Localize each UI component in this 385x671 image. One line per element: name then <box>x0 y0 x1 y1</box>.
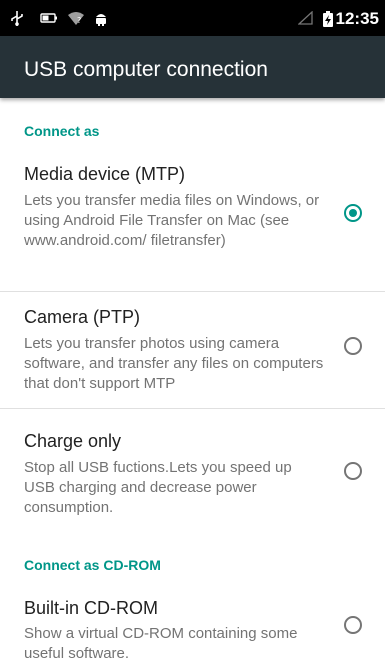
option-summary: Stop all USB fuctions.Lets you speed up … <box>24 459 292 516</box>
option-title: Camera (PTP) <box>24 307 141 327</box>
option-media-device[interactable]: Media device (MTP) Lets you transfer med… <box>0 164 385 274</box>
app-bar: USB computer connection <box>0 36 385 98</box>
wifi-question-icon: ? <box>68 11 84 30</box>
svg-text:?: ? <box>77 16 81 25</box>
battery-charging-icon <box>322 11 334 32</box>
option-summary: Lets you transfer photos using camera so… <box>24 335 324 392</box>
battery-small-icon <box>40 11 58 29</box>
usb-icon <box>10 11 24 31</box>
radio-camera[interactable] <box>344 337 362 355</box>
signal-icon <box>297 10 313 30</box>
option-built-in-cd-rom[interactable]: Built-in CD-ROM Show a virtual CD-ROM co… <box>0 598 385 662</box>
radio-charge-only[interactable] <box>344 462 362 480</box>
option-charge-only[interactable]: Charge only Stop all USB fuctions.Lets y… <box>0 431 385 521</box>
section-header-connect-as-cd-rom: Connect as CD-ROM <box>24 557 161 573</box>
section-header-connect-as: Connect as <box>24 123 100 139</box>
divider <box>0 408 385 409</box>
divider <box>0 291 385 292</box>
radio-dot <box>349 209 357 217</box>
status-bar: ? 12:35 <box>0 0 385 36</box>
page-title: USB computer connection <box>24 58 268 81</box>
android-icon <box>94 11 108 31</box>
option-summary: Show a virtual CD-ROM containing some us… <box>24 625 298 662</box>
option-summary: Lets you transfer media files on Windows… <box>24 192 320 249</box>
radio-media-device[interactable] <box>344 204 362 222</box>
option-title: Charge only <box>24 431 122 451</box>
radio-built-in-cd-rom[interactable] <box>344 616 362 634</box>
option-title: Built-in CD-ROM <box>24 598 159 618</box>
option-title: Media device (MTP) <box>24 164 186 184</box>
status-time: 12:35 <box>335 9 379 28</box>
option-camera[interactable]: Camera (PTP) Lets you transfer photos us… <box>0 307 385 397</box>
